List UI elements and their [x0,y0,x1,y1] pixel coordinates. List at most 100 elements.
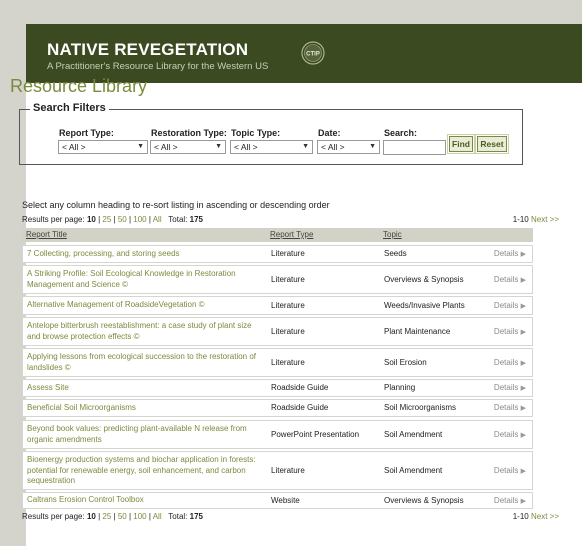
report-type-label: Report Type: [59,128,114,138]
page-range: 1-10 [512,215,529,224]
chevron-right-icon: ▶ [520,468,526,475]
svg-text:CTIP: CTIP [306,52,320,58]
details-link[interactable]: Details ▶ [494,383,526,392]
next-page-link[interactable]: Next >> [531,512,559,521]
results-per-page-50[interactable]: 50 [118,215,127,224]
details-label: Details [493,383,519,392]
details-label: Details [493,496,519,505]
report-type-select[interactable]: < All > ▼ [58,140,148,154]
topic-cell: Soil Microorganisms [384,403,457,412]
date-value: < All > [321,142,345,152]
topic-cell: Plant Maintenance [384,327,451,336]
site-title: NATIVE REVEGETATION [47,40,249,59]
results-per-page-current: 10 [86,215,96,224]
results-per-page-all[interactable]: All [153,215,162,224]
table-row: Caltrans Erosion Control Toolbox Website O… [22,492,533,509]
report-type-cell: Roadside Guide [271,383,329,392]
table-row: Assess Site Roadside Guide Planning Details… [22,379,533,397]
details-label: Details [493,358,519,367]
topic-cell: Soil Amendment [384,466,443,475]
date-select[interactable]: < All > ▼ [317,140,380,154]
details-link[interactable]: Details ▶ [494,249,526,258]
chevron-down-icon: ▼ [137,143,144,150]
column-header-topic[interactable]: Topic [383,230,402,239]
report-title-link[interactable]: Caltrans Erosion Control Toolbox [27,495,262,506]
search-input[interactable] [383,140,446,155]
report-title-link[interactable]: Antelope bitterbrush reestablishment: a … [27,321,262,342]
pager-top: 1-10 Next >> [513,215,559,224]
details-link[interactable]: Details ▶ [494,403,526,412]
chevron-down-icon: ▼ [369,143,376,150]
topic-type-value: < All > [234,142,258,152]
results-per-page-100[interactable]: 100 [133,512,146,521]
details-label: Details [493,275,519,284]
site-banner: NATIVE REVEGETATION A Practitioner's Res… [26,24,582,83]
page-title: Resource Library [10,76,148,96]
report-type-cell: Website [271,496,300,505]
chevron-right-icon: ▶ [520,385,526,392]
details-label: Details [493,301,519,310]
results-per-page-25[interactable]: 25 [102,512,111,521]
table-row: Bioenergy production systems and biochar… [22,451,533,490]
report-title-link[interactable]: 7 Collecting, processing, and storing se… [27,249,262,260]
report-title-link[interactable]: A Striking Profile: Soil Ecological Know… [27,269,262,290]
details-link[interactable]: Details ▶ [494,430,526,439]
column-header-report-title[interactable]: Report Title [26,230,67,239]
chevron-right-icon: ▶ [520,360,526,367]
report-title-link[interactable]: Beneficial Soil Microorganisms [27,403,262,414]
table-row: Alternative Management of RoadsideVegeta… [22,296,533,315]
details-link[interactable]: Details ▶ [494,301,526,310]
results-per-page-100[interactable]: 100 [133,215,146,224]
chevron-right-icon: ▶ [520,432,526,439]
topic-cell: Overviews & Synopsis [384,496,464,505]
details-link[interactable]: Details ▶ [494,327,526,336]
results-per-page-25[interactable]: 25 [102,215,111,224]
details-label: Details [493,466,519,475]
details-link[interactable]: Details ▶ [494,358,526,367]
results-per-page-current: 10 [86,512,96,521]
restoration-type-select[interactable]: < All > ▼ [150,140,226,154]
report-type-cell: Literature [271,466,305,475]
chevron-right-icon: ▶ [520,405,526,412]
details-label: Details [493,430,519,439]
details-label: Details [493,249,519,258]
table-row: Beyond book values: predicting plant-ava… [22,420,533,449]
chevron-down-icon: ▼ [302,143,309,150]
report-title-link[interactable]: Beyond book values: predicting plant-ava… [27,424,262,445]
results-per-page-all[interactable]: All [153,512,162,521]
date-label: Date: [318,128,341,138]
results-per-page-50[interactable]: 50 [118,512,127,521]
restoration-type-value: < All > [154,142,178,152]
report-title-link[interactable]: Assess Site [27,383,262,394]
ctip-logo-icon[interactable]: CTIP [301,41,325,65]
total-label: Total: [168,512,188,521]
details-link[interactable]: Details ▶ [494,496,526,505]
report-type-cell: Literature [271,358,305,367]
results-per-page-label: Results per page: [22,215,85,224]
report-title-link[interactable]: Alternative Management of RoadsideVegeta… [27,300,262,311]
pager-bottom: 1-10 Next >> [513,512,559,521]
report-title-link[interactable]: Applying lessons from ecological success… [27,352,262,373]
page-range: 1-10 [512,512,529,521]
search-filters-legend: Search Filters [30,102,109,114]
topic-cell: Seeds [384,249,407,258]
table-row: Applying lessons from ecological success… [22,348,533,377]
results-per-page-top: Results per page: 10 | 25 | 50 | 100 | A… [22,215,203,224]
details-link[interactable]: Details ▶ [494,466,526,475]
next-page-link[interactable]: Next >> [531,215,559,224]
report-title-link[interactable]: Bioenergy production systems and biochar… [27,455,262,487]
column-header-report-type[interactable]: Report Type [270,230,313,239]
find-button[interactable]: Find [447,134,475,154]
site-subtitle: A Practitioner's Resource Library for th… [47,61,269,72]
total-count: 175 [189,215,203,224]
details-link[interactable]: Details ▶ [494,275,526,284]
chevron-right-icon: ▶ [520,251,526,258]
topic-type-select[interactable]: < All > ▼ [230,140,313,154]
report-type-cell: Literature [271,327,305,336]
chevron-down-icon: ▼ [215,143,222,150]
table-row: Beneficial Soil Microorganisms Roadside G… [22,399,533,417]
reset-button[interactable]: Reset [475,134,509,154]
topic-cell: Soil Amendment [384,430,443,439]
total-label: Total: [168,215,188,224]
details-label: Details [493,327,519,336]
